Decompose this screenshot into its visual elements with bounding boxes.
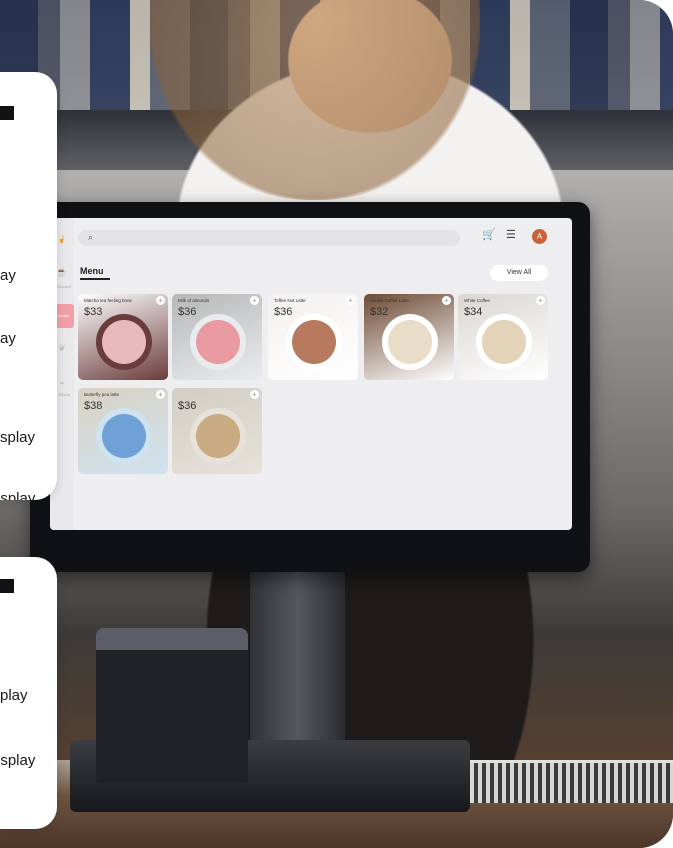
panel-row-1: ay [0, 267, 16, 284]
product-name: Toffee Nut Latte [274, 298, 306, 303]
product-image [476, 314, 532, 370]
product-card[interactable]: Vanilla Coffee Latte $32 + [364, 294, 454, 380]
menu-title: Menu [80, 266, 104, 276]
overlay-panel-top: ay ay splay isplay [0, 72, 57, 500]
panel-row-4: isplay [0, 490, 36, 500]
product-price: $32 [370, 306, 389, 318]
filter-icon[interactable]: ☰ [506, 228, 516, 241]
panel-row-5: play [0, 687, 28, 704]
cart-icon[interactable]: 🛒 [482, 228, 496, 241]
add-to-cart-icon[interactable]: + [250, 390, 259, 399]
product-price: $33 [84, 306, 103, 318]
product-image [382, 314, 438, 370]
product-image [96, 314, 152, 370]
product-card[interactable]: Milk of almonds $36 + [172, 294, 262, 380]
product-card[interactable]: $36 + [172, 388, 262, 474]
ice-cream-icon[interactable]: 🍦 [56, 232, 68, 244]
panel-row-3: splay [0, 429, 36, 446]
add-to-cart-icon[interactable]: + [250, 296, 259, 305]
product-name: White Coffee [464, 298, 490, 303]
product-price: $38 [84, 400, 103, 412]
product-card[interactable]: White Coffee $34 + [458, 294, 548, 380]
bowl-icon[interactable]: ◒ [56, 376, 68, 388]
add-to-cart-icon[interactable]: + [536, 296, 545, 305]
add-to-cart-icon[interactable]: + [156, 390, 165, 399]
product-price: $36 [274, 306, 293, 318]
arrow-marker [0, 579, 14, 593]
product-card[interactable]: Toffee Nut Latte $36 + [268, 294, 358, 380]
cup-icon[interactable]: ☕ [56, 266, 68, 278]
product-name: Milk of almonds [178, 298, 210, 303]
view-all-button[interactable]: View All [490, 265, 548, 281]
product-image [190, 408, 246, 464]
product-name: Matcha tea feeling brew [84, 298, 132, 303]
product-price: $34 [464, 306, 483, 318]
add-to-cart-icon[interactable]: + [442, 296, 451, 305]
add-to-cart-icon[interactable]: + [346, 296, 355, 305]
product-price: $36 [178, 400, 197, 412]
product-card[interactable]: Butterfly pea latte $38 + [78, 388, 168, 474]
arrow-marker [0, 106, 14, 120]
avatar[interactable]: A [532, 229, 547, 244]
photo-background: 🍦 ☕ Dessert Drinks ❦ ◒ Others ⌕ 🛒 ☰ A Me… [0, 0, 673, 848]
drip-tray [470, 760, 673, 803]
add-to-cart-icon[interactable]: + [156, 296, 165, 305]
menu-tab-indicator [80, 278, 110, 280]
product-card[interactable]: Matcha tea feeling brew $33 + [78, 294, 168, 380]
product-name: Vanilla Coffee Latte [370, 298, 409, 303]
search-icon: ⌕ [88, 232, 94, 242]
product-price: $36 [178, 306, 197, 318]
product-image [96, 408, 152, 464]
overlay-panel-bottom: play isplay [0, 557, 57, 829]
product-image [190, 314, 246, 370]
product-image [286, 314, 342, 370]
panel-row-2: ay [0, 330, 16, 347]
receipt-printer [96, 628, 248, 783]
pos-screen: 🍦 ☕ Dessert Drinks ❦ ◒ Others ⌕ 🛒 ☰ A Me… [50, 218, 572, 530]
leaf-icon[interactable]: ❦ [56, 342, 68, 354]
product-name: Butterfly pea latte [84, 392, 120, 397]
search-input[interactable]: ⌕ [78, 230, 460, 246]
panel-row-6: isplay [0, 752, 36, 769]
